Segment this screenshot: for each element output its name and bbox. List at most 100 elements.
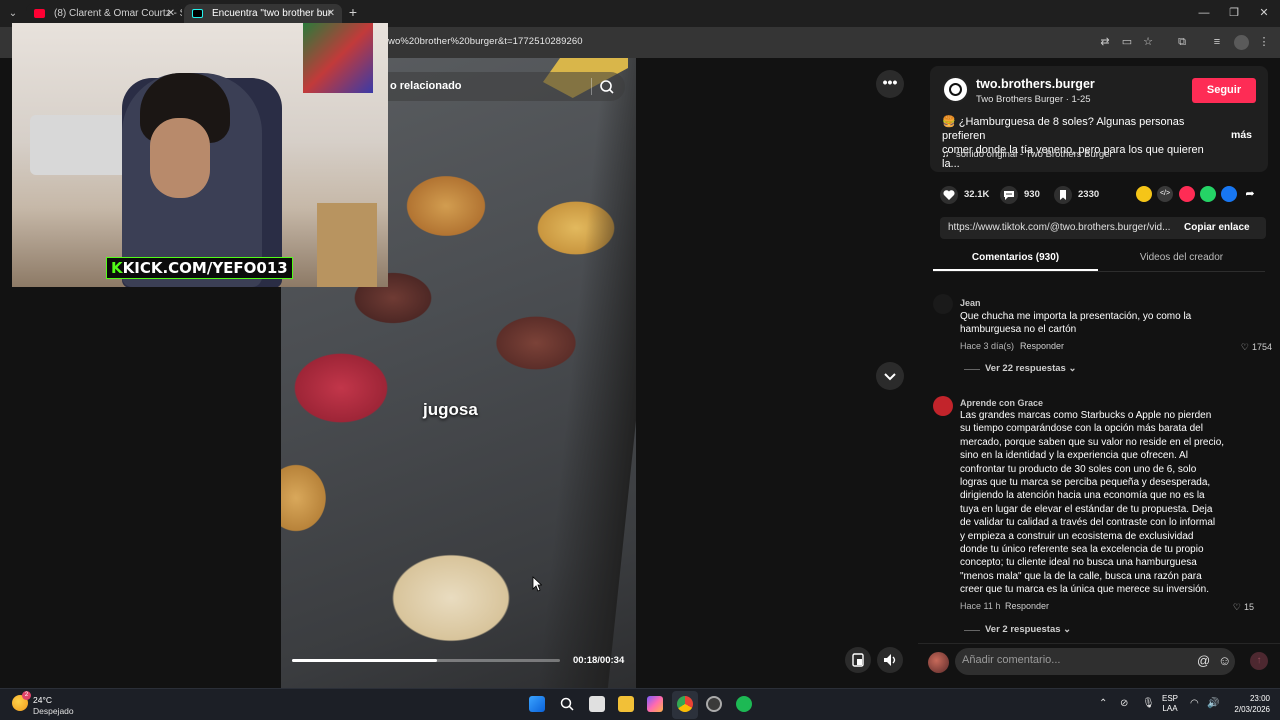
comment-like-button[interactable]: ♡ 1754 [1228,342,1272,353]
mouse-cursor-icon [532,576,542,592]
send-icon[interactable] [1179,186,1195,202]
author-handle[interactable]: two.brothers.burger [976,77,1095,91]
comment-line: donde tu único referente sea la excelenc… [960,544,1204,556]
comment-line: sino en la identidad y la experiencia qu… [960,450,1188,462]
heart-icon [940,186,958,204]
video-progress-bar[interactable] [292,659,560,662]
comment-icon [1000,186,1018,204]
comment-line: dirigiendo la atención hacia una economí… [960,490,1205,502]
copy-link-button[interactable]: Copiar enlace [1184,222,1250,233]
comment-like-button[interactable]: ♡ 15 [1228,602,1254,613]
translate-icon[interactable]: ⇄ [1098,35,1112,49]
post-description: 🍔 ¿Hamburguesa de 8 soles? Algunas perso… [942,115,1218,171]
language-indicator[interactable]: ESP LAA [1162,694,1178,714]
coin-share-icon[interactable] [1136,186,1152,202]
pip-button[interactable] [845,647,871,673]
reading-list-icon[interactable]: ≡ [1210,35,1224,49]
window-close-button[interactable]: ✕ [1250,4,1278,22]
embed-icon[interactable]: </> [1157,186,1173,202]
kick-channel-text: KICK.COM/YEFO013 [122,259,288,277]
video-progress-fill [292,659,437,662]
author-subtitle: Two Brothers Burger · 1-25 [976,94,1091,105]
comment-line: logras que tu marca se perciba pequeña y… [960,477,1211,489]
notification-badge: 2 [22,691,31,700]
bookmark-star-icon[interactable]: ☆ [1141,35,1155,49]
see-more-link[interactable]: más [1231,129,1252,141]
follow-button[interactable]: Seguir [1192,78,1256,103]
file-explorer-icon[interactable] [618,696,634,712]
obs-icon[interactable] [706,696,722,712]
sound-link[interactable]: sonido original - Two Brothers Burger [956,149,1113,160]
tab-search-button[interactable]: ⌄ [4,5,22,22]
menu-kebab-icon[interactable]: ⋮ [1257,35,1271,49]
user-avatar[interactable] [928,652,949,673]
close-icon[interactable]: ✕ [167,4,175,23]
cast-icon[interactable]: ▭ [1120,35,1134,49]
webcam-poster [303,23,373,93]
tab-creator-videos[interactable]: Videos del creador [1098,252,1265,263]
view-replies-button[interactable]: Ver 2 respuestas ⌄ [985,624,1071,635]
extensions-icon[interactable]: ⧉ [1175,35,1189,49]
chrome-icon[interactable] [677,696,693,712]
speaker-icon[interactable]: 🔊 [1207,698,1219,709]
spotify-icon[interactable] [736,696,752,712]
comment-like-count: 15 [1243,602,1254,612]
search-icon[interactable] [598,78,616,96]
url-field[interactable]: wo%20brother%20burger&t=1772510289260 [388,36,583,47]
network-off-icon[interactable]: ⊘ [1120,698,1128,709]
system-clock[interactable]: 23:00 2/03/2026 [1222,694,1270,715]
video-link[interactable]: https://www.tiktok.com/@two.brothers.bur… [948,222,1174,233]
reply-line [964,630,980,631]
share-arrow-icon[interactable]: ➦ [1242,186,1258,202]
comment-line: "menos mala" que la de la calle, busca u… [960,570,1202,582]
kick-logo-icon: K [111,259,123,277]
reply-button[interactable]: Responder [1020,341,1064,351]
screen: ⌄ (8) Clarent & Omar Courtz - Sc ✕ Encue… [0,0,1280,720]
close-icon[interactable]: ✕ [327,4,335,23]
chevron-down-icon [884,373,896,381]
related-search-text: o relacionado [390,80,462,92]
tab-comments[interactable]: Comentarios (930) [933,252,1098,263]
weather-desc: Despejado [33,706,74,716]
whatsapp-icon[interactable] [1200,186,1216,202]
commenter-avatar[interactable] [933,294,953,314]
video-timecode: 00:18/00:34 [573,655,625,666]
profile-avatar[interactable] [1234,35,1249,50]
minimize-button[interactable]: — [1190,4,1218,22]
commenter-avatar[interactable] [933,396,953,416]
reply-button[interactable]: Responder [1005,601,1049,611]
windows-start-icon[interactable] [529,696,545,712]
next-video-button[interactable] [876,362,904,390]
save-count: 2330 [1078,189,1100,200]
wifi-icon[interactable]: ◠ [1190,698,1199,709]
taskbar-search-icon[interactable] [559,696,575,712]
heart-outline-icon: ♡ [1240,342,1249,352]
webcam-overlay: KKICK.COM/YEFO013 [12,23,388,287]
send-comment-button[interactable]: ↑ [1250,652,1268,670]
view-replies-label: Ver 2 respuestas [985,624,1061,635]
mention-icon[interactable]: @ [1197,653,1210,668]
author-avatar[interactable] [942,76,969,103]
view-replies-button[interactable]: Ver 22 respuestas ⌄ [985,363,1076,374]
active-tab-indicator [933,269,1098,271]
emoji-icon[interactable]: ☺ [1218,653,1231,668]
restore-button[interactable]: ❐ [1220,4,1248,22]
commenter-name[interactable]: Aprende con Grace [960,398,1043,408]
comment-line: hamburguesa no el cartón [960,324,1077,336]
new-tab-button[interactable]: + [346,5,360,19]
tray-chevron-icon[interactable]: ⌃ [1099,698,1107,709]
microphone-icon[interactable]: 🎙 [1142,698,1155,709]
comment-count: 930 [1024,189,1040,200]
comment-line: de validar tu calidad a través del contr… [960,517,1216,529]
commenter-name[interactable]: Jean [960,298,981,308]
heart-outline-icon: ♡ [1232,602,1241,612]
copilot-icon[interactable] [647,696,663,712]
more-options-button[interactable]: ••• [876,70,904,98]
volume-button[interactable] [877,647,903,673]
comment-line: tuya en lugar de elevar el estándar de t… [960,503,1213,515]
pip-icon [852,653,864,667]
facebook-icon[interactable] [1221,186,1237,202]
comment-line: concepto; tu cliente ideal no busca una … [960,557,1197,569]
clock-date: 2/03/2026 [1234,704,1270,714]
task-view-icon[interactable] [589,696,605,712]
